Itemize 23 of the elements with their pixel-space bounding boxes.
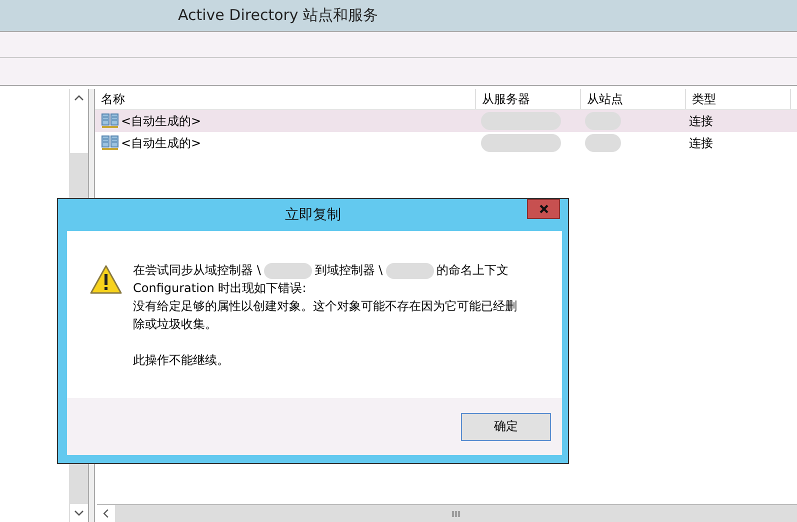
ok-button[interactable]: 确定 — [461, 412, 551, 440]
column-header[interactable]: 从站点 — [581, 89, 686, 109]
table-cell: 连接 — [689, 112, 713, 130]
column-header[interactable]: 从服务器 — [476, 89, 581, 109]
grip-icon — [451, 510, 461, 518]
close-button[interactable] — [527, 199, 560, 219]
table-cell: <自动生成的> — [121, 134, 202, 152]
table-row[interactable]: <自动生成的> 连接 — [95, 132, 797, 154]
server-icon — [101, 135, 119, 151]
close-icon — [538, 204, 548, 214]
message-text: 此操作不能继续。 — [133, 352, 230, 369]
scroll-left-icon[interactable] — [97, 505, 115, 522]
column-header[interactable]: 类型 — [686, 89, 791, 109]
dialog-title: 立即复制 — [285, 206, 341, 224]
column-header[interactable]: 名称 — [95, 89, 476, 109]
warning-icon — [89, 264, 123, 296]
table-cell: 连接 — [689, 134, 713, 152]
server-icon — [101, 113, 119, 129]
table-row[interactable]: <自动生成的> 连接 — [95, 110, 797, 132]
message-text: 没有给定足够的属性以创建对象。这个对象可能不存在因为它可能已经删除或垃圾收集。 — [133, 298, 518, 333]
message-text: 在尝试同步从域控制器 \ 到域控制器 \ 的命名上下文 Configuration 时出现如下错误: — [133, 262, 510, 297]
window-title: Active Directory 站点和服务 — [178, 6, 378, 25]
table-cell: <自动生成的> — [121, 112, 202, 130]
